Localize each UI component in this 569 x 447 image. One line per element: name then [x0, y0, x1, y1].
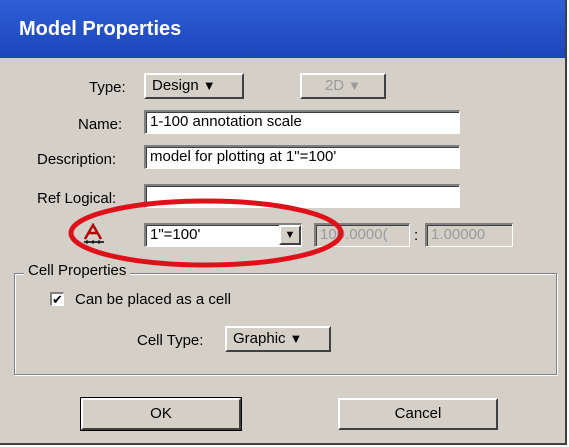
chevron-down-icon: ▼: [202, 78, 216, 93]
cancel-button[interactable]: Cancel: [338, 398, 498, 430]
cell-type-value: Graphic: [233, 330, 286, 347]
scale-denominator-field: 1.00000: [425, 223, 513, 247]
description-label: Description:: [37, 151, 117, 168]
title-bar[interactable]: Model Properties: [0, 0, 565, 58]
name-label: Name:: [78, 116, 123, 133]
highlight-ellipse: [68, 198, 344, 268]
type-value: Design: [152, 77, 199, 94]
can-be-placed-label[interactable]: Can be placed as a cell: [75, 291, 231, 308]
cell-type-label: Cell Type:: [137, 332, 204, 349]
dimension-dropdown[interactable]: 2D ▼: [300, 73, 386, 99]
description-field[interactable]: model for plotting at 1"=100': [144, 145, 460, 169]
window-title: Model Properties: [19, 18, 182, 40]
name-field[interactable]: 1-100 annotation scale: [144, 110, 460, 134]
model-properties-dialog: Model Properties Type: Design ▼ 2D ▼ Name:…: [0, 0, 567, 445]
cell-properties-group: [14, 273, 557, 375]
can-be-placed-checkbox[interactable]: ✔: [50, 292, 64, 306]
dimension-value: 2D: [324, 77, 345, 94]
ok-button[interactable]: OK: [80, 397, 242, 431]
type-dropdown[interactable]: Design ▼: [144, 73, 244, 99]
chevron-down-icon: ▼: [289, 331, 303, 346]
type-label: Type:: [89, 79, 126, 96]
scale-separator: :: [414, 227, 419, 244]
chevron-down-icon: ▼: [348, 78, 362, 93]
cell-type-dropdown[interactable]: Graphic ▼: [225, 326, 331, 352]
